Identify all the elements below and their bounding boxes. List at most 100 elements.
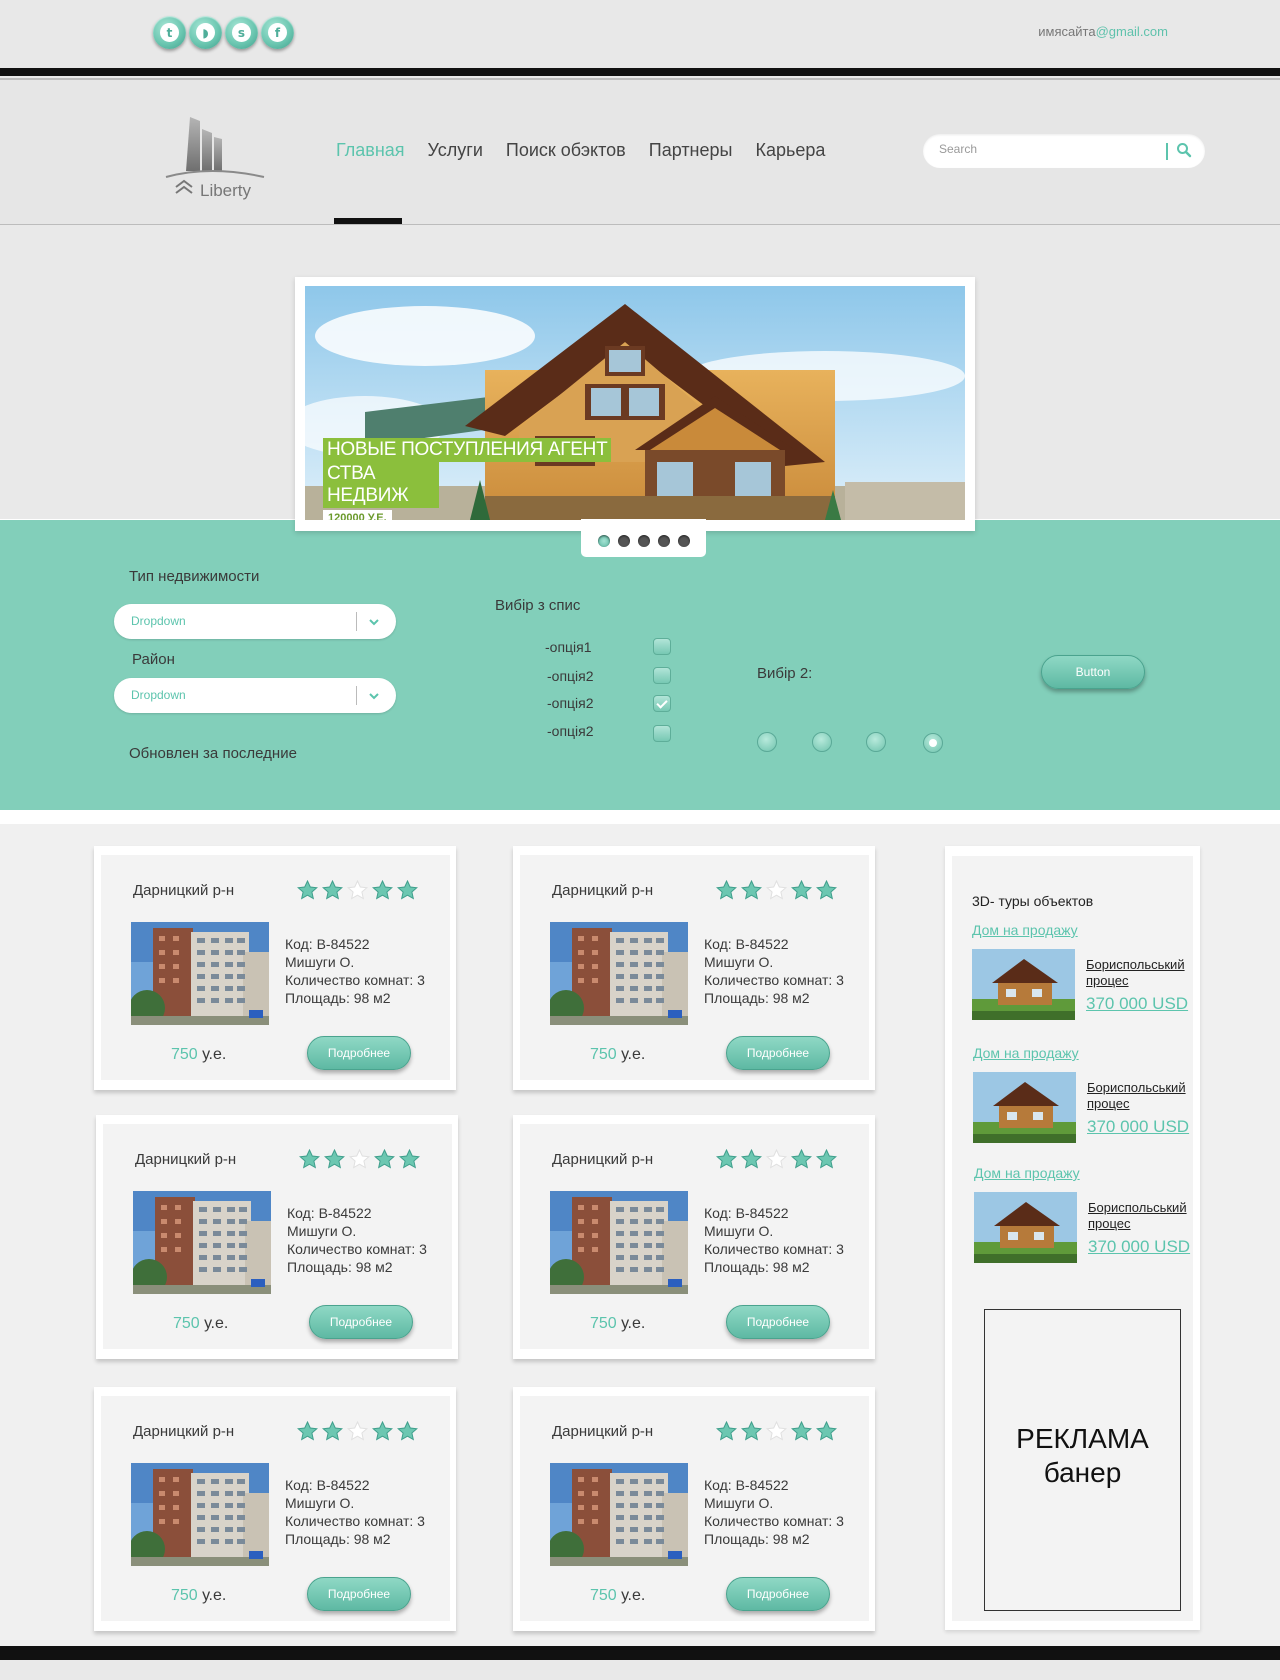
star-empty-icon[interactable] (766, 880, 787, 900)
star-filled-icon[interactable] (816, 1421, 837, 1441)
star-filled-icon[interactable] (372, 1421, 393, 1441)
star-filled-icon[interactable] (741, 1421, 762, 1441)
star-filled-icon[interactable] (299, 1149, 320, 1169)
sidebar-house-link[interactable]: Дом на продажу (972, 922, 1078, 938)
details-button[interactable]: Подробнее (307, 1577, 411, 1611)
sidebar-body: 3D- туры объектов Дом на продажу Бориспол… (952, 856, 1193, 1621)
logo[interactable]: Liberty (160, 113, 270, 203)
skype-icon[interactable]: s (225, 16, 258, 49)
star-filled-icon[interactable] (816, 1149, 837, 1169)
apartment-building-photo (550, 1463, 688, 1566)
sidebar-house-name[interactable]: Бориспольський процес (1087, 1080, 1186, 1112)
contact-email[interactable]: имясайта@gmail.com (1038, 24, 1168, 39)
option-2-checkbox[interactable] (653, 667, 671, 684)
star-filled-icon[interactable] (324, 1149, 345, 1169)
twitter-icon[interactable]: t (153, 16, 186, 49)
option-3-checkbox[interactable] (653, 695, 671, 712)
sidebar-house-link[interactable]: Дом на продажу (973, 1045, 1079, 1061)
sidebar-house-thumbnail[interactable] (974, 1192, 1077, 1263)
star-empty-icon[interactable] (766, 1149, 787, 1169)
sidebar-house-price[interactable]: 370 000 USD (1088, 1237, 1190, 1257)
star-filled-icon[interactable] (397, 1421, 418, 1441)
slider-dot-5[interactable] (677, 535, 690, 547)
apartment-building-photo (131, 922, 269, 1025)
star-filled-icon[interactable] (716, 880, 737, 900)
star-filled-icon[interactable] (741, 880, 762, 900)
slider-dot-2[interactable] (617, 535, 630, 547)
option-1-checkbox[interactable] (653, 638, 671, 655)
star-filled-icon[interactable] (716, 1421, 737, 1441)
listing-photo[interactable] (550, 922, 688, 1025)
star-filled-icon[interactable] (297, 1421, 318, 1441)
facebook-icon[interactable]: f (261, 16, 294, 49)
star-filled-icon[interactable] (399, 1149, 420, 1169)
star-filled-icon[interactable] (372, 880, 393, 900)
nav-item-career[interactable]: Карьера (755, 140, 825, 161)
star-filled-icon[interactable] (741, 1149, 762, 1169)
listing-photo[interactable] (550, 1191, 688, 1294)
sidebar-house-name[interactable]: Бориспольський процес (1088, 1200, 1187, 1232)
star-empty-icon[interactable] (349, 1149, 370, 1169)
choice-2-radio-1[interactable] (757, 732, 777, 752)
listing-area: Площадь: 98 м2 (287, 1259, 393, 1275)
rss-icon[interactable]: ◗ (189, 16, 222, 49)
search-box (923, 134, 1205, 168)
listing-code: Код: В-84522 (704, 1205, 789, 1221)
details-button[interactable]: Подробнее (309, 1305, 413, 1339)
star-filled-icon[interactable] (322, 1421, 343, 1441)
rating-stars (716, 880, 837, 900)
ad-banner[interactable]: РЕКЛАМА банер (984, 1309, 1181, 1611)
option-4-checkbox[interactable] (653, 725, 671, 742)
star-filled-icon[interactable] (791, 1149, 812, 1169)
sidebar-house-price[interactable]: 370 000 USD (1086, 994, 1188, 1014)
listing-photo[interactable] (131, 922, 269, 1025)
listing-photo[interactable] (133, 1191, 271, 1294)
choice-2-radio-4[interactable] (923, 733, 943, 753)
slider-dot-1[interactable] (597, 535, 610, 547)
filter-submit-button[interactable]: Button (1041, 655, 1145, 689)
details-button[interactable]: Подробнее (726, 1305, 830, 1339)
district-dropdown[interactable]: Dropdown (114, 678, 396, 713)
star-filled-icon[interactable] (791, 880, 812, 900)
search-input[interactable] (939, 142, 1159, 156)
sidebar-house-link[interactable]: Дом на продажу (974, 1165, 1080, 1181)
property-type-dropdown[interactable]: Dropdown (114, 604, 396, 639)
sidebar-house-name[interactable]: Бориспольський процес (1086, 957, 1185, 989)
listing-details: Код: В-84522 Мишуги О. Количество комнат… (285, 935, 425, 1007)
star-empty-icon[interactable] (766, 1421, 787, 1441)
star-empty-icon[interactable] (347, 880, 368, 900)
details-button[interactable]: Подробнее (307, 1036, 411, 1070)
listing-rooms: Количество комнат: 3 (285, 1513, 425, 1529)
top-divider (0, 68, 1280, 76)
hero-image[interactable]: НОВЫЕ ПОСТУПЛЕНИЯ АГЕНТ СТВА НЕДВИЖ 1200… (305, 286, 965, 520)
sidebar-house-thumbnail[interactable] (972, 949, 1075, 1020)
listing-agent: Мишуги О. (704, 954, 774, 970)
star-filled-icon[interactable] (816, 880, 837, 900)
listing-card-6: Дарницкий р-н Код: В-84522 Мишуги О. Кол… (513, 1387, 875, 1631)
nav-item-partners[interactable]: Партнеры (649, 140, 733, 161)
star-filled-icon[interactable] (791, 1421, 812, 1441)
star-filled-icon[interactable] (374, 1149, 395, 1169)
slider-dot-3[interactable] (637, 535, 650, 547)
star-filled-icon[interactable] (297, 880, 318, 900)
choice-2-radio-2[interactable] (812, 732, 832, 752)
star-filled-icon[interactable] (322, 880, 343, 900)
choice-2-radio-3[interactable] (866, 732, 886, 752)
slider-dot-4[interactable] (657, 535, 670, 547)
sidebar-house-price[interactable]: 370 000 USD (1087, 1117, 1189, 1137)
nav-item-home[interactable]: Главная (336, 140, 405, 161)
star-filled-icon[interactable] (716, 1149, 737, 1169)
sidebar-house-thumbnail[interactable] (973, 1072, 1076, 1143)
nav-item-services[interactable]: Услуги (428, 140, 483, 161)
nav-item-search-objects[interactable]: Поиск обэктов (506, 140, 626, 161)
star-filled-icon[interactable] (397, 880, 418, 900)
details-button[interactable]: Подробнее (726, 1577, 830, 1611)
listing-code: Код: В-84522 (704, 1477, 789, 1493)
listing-photo[interactable] (131, 1463, 269, 1566)
search-icon[interactable] (1176, 142, 1192, 158)
chevron-down-icon (369, 693, 379, 700)
details-button[interactable]: Подробнее (726, 1036, 830, 1070)
listing-photo[interactable] (550, 1463, 688, 1566)
hero-caption: НОВЫЕ ПОСТУПЛЕНИЯ АГЕНТ СТВА НЕДВИЖ 1200… (323, 438, 612, 520)
star-empty-icon[interactable] (347, 1421, 368, 1441)
